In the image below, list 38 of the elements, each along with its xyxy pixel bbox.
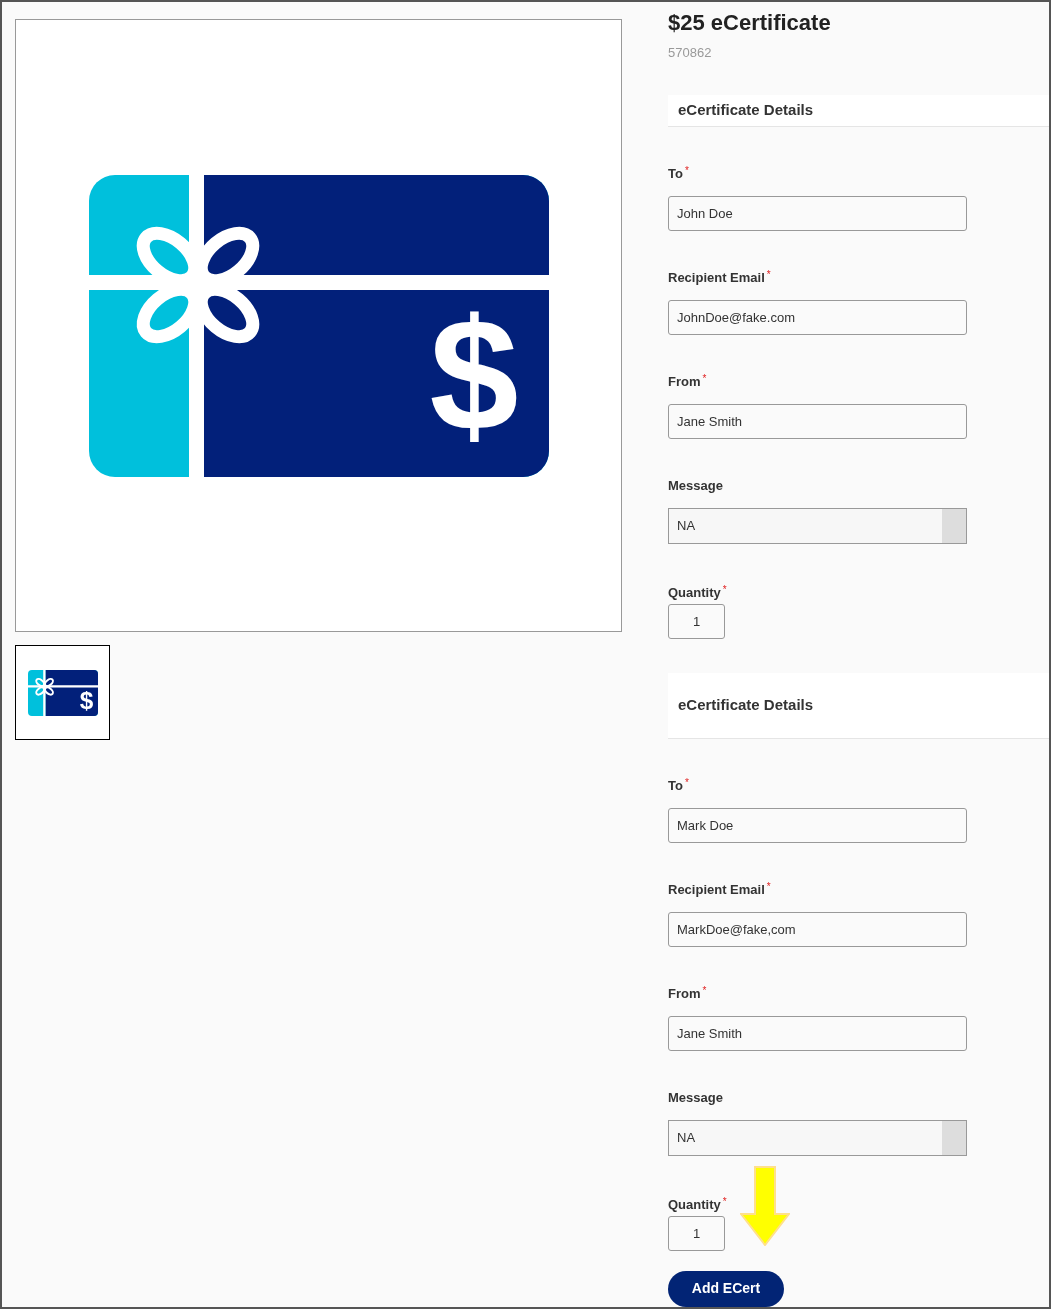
field-label: To [668, 776, 683, 795]
text-field[interactable]: Jane Smith [668, 1015, 967, 1051]
field-label: Message [668, 1088, 723, 1107]
field-label: Quantity [668, 583, 721, 602]
text-field[interactable]: John Doe [668, 195, 967, 231]
product-title: $25 eCertificate [668, 9, 831, 37]
resize-handle[interactable] [942, 508, 966, 543]
field-label: Quantity [668, 1195, 721, 1214]
required-mark: * [684, 776, 689, 789]
text-field[interactable]: MarkDoe@fake,com [668, 911, 967, 947]
required-mark: * [702, 984, 707, 997]
field-label: Recipient Email [668, 880, 765, 899]
gift-card-drawing: $ [87, 174, 550, 477]
field-label: To [668, 164, 683, 183]
resize-handle[interactable] [942, 1120, 966, 1155]
section-header: eCertificate Details [668, 672, 1049, 739]
field-label: From [668, 372, 701, 391]
required-mark: * [766, 268, 771, 281]
gift-card-drawing: $ [27, 669, 98, 716]
field-label: From [668, 984, 701, 1003]
message-field[interactable]: NA [668, 507, 967, 544]
required-mark: * [702, 372, 707, 385]
required-mark: * [766, 880, 771, 893]
required-mark: * [722, 1195, 727, 1208]
text-field[interactable]: Jane Smith [668, 403, 967, 439]
thumbnail[interactable]: $ [15, 645, 110, 740]
text-field[interactable]: JohnDoe@fake.com [668, 299, 967, 335]
field-label: Recipient Email [668, 268, 765, 287]
quantity-field[interactable]: 1 [668, 1215, 725, 1251]
add-ecert-button[interactable]: Add ECert [668, 1270, 784, 1307]
message-field[interactable]: NA [668, 1119, 967, 1156]
product-sku: 570862 [668, 44, 712, 62]
quantity-field[interactable]: 1 [668, 603, 725, 639]
required-mark: * [684, 164, 689, 177]
text-field[interactable]: Mark Doe [668, 807, 967, 843]
section-header: eCertificate Details [668, 94, 1049, 127]
required-mark: * [722, 583, 727, 596]
field-label: Message [668, 476, 723, 495]
